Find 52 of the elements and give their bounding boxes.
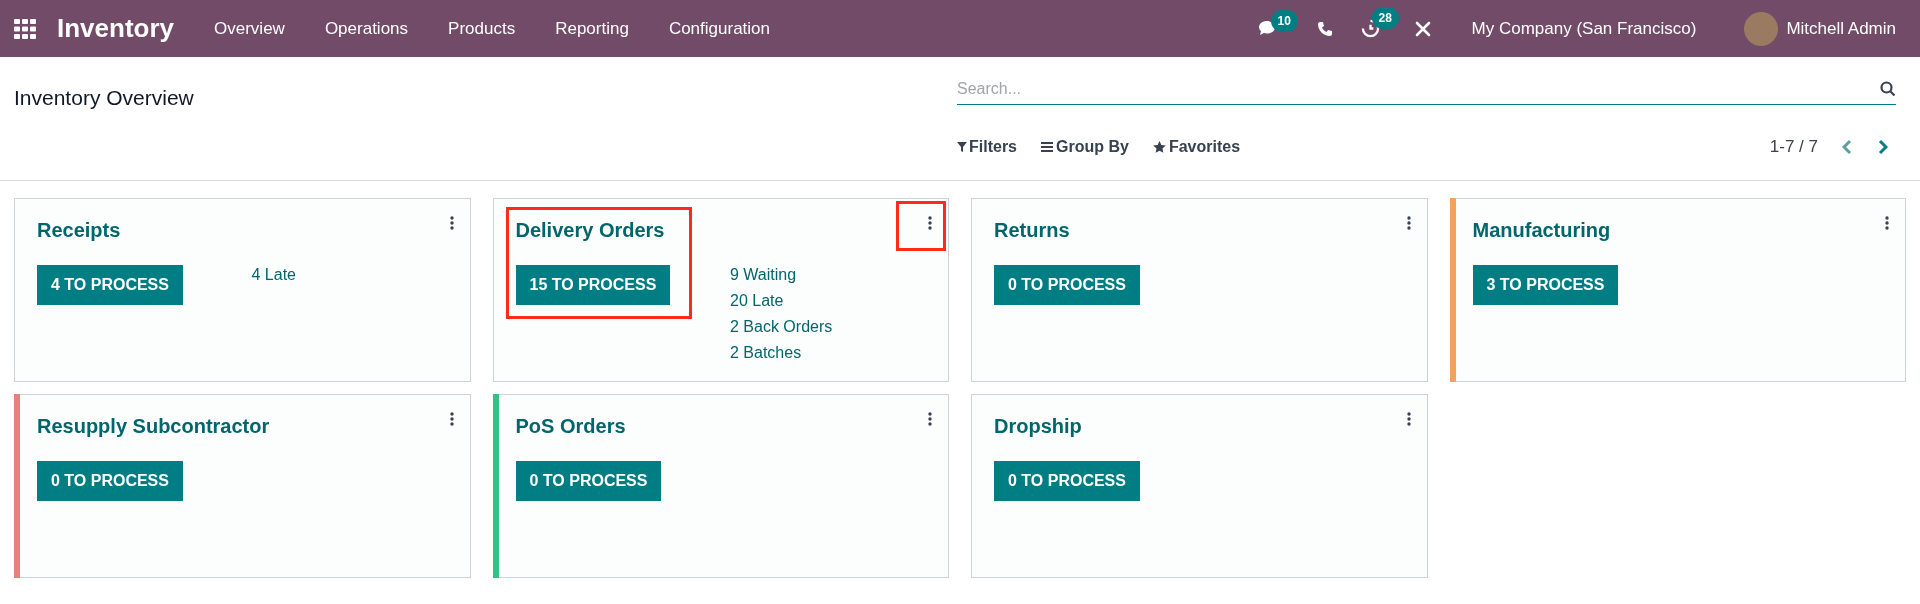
kebab-menu-icon[interactable] (449, 215, 454, 230)
search-icon[interactable] (1880, 81, 1896, 97)
page-title: Inventory Overview (14, 85, 195, 111)
card-title[interactable]: PoS Orders (515, 410, 626, 441)
clock-icon[interactable] (1360, 19, 1380, 38)
card-title[interactable]: Returns (994, 214, 1070, 245)
to-process-button[interactable]: 15 TO PROCESS (515, 264, 671, 305)
card-title[interactable]: Resupply Subcontractor (37, 410, 270, 441)
to-process-button[interactable]: 0 TO PROCESS (515, 460, 662, 501)
card-title[interactable]: Receipts (37, 214, 121, 245)
star-icon (1152, 140, 1166, 153)
to-process-button[interactable]: 0 TO PROCESS (37, 460, 183, 501)
nav-menu-item[interactable]: Reporting (535, 7, 649, 50)
apps-menu-icon[interactable] (14, 18, 36, 39)
card-title[interactable]: Dropship (994, 410, 1082, 441)
stat-link[interactable]: 9 Waiting (730, 263, 936, 285)
to-process-button[interactable]: 0 TO PROCESS (994, 264, 1140, 305)
card-title[interactable]: Manufacturing (1472, 214, 1611, 245)
stat-link[interactable]: 2 Back Orders (730, 315, 936, 337)
app-name[interactable]: Inventory (57, 9, 175, 48)
list-icon (1041, 141, 1053, 152)
kebab-menu-icon[interactable] (928, 411, 932, 426)
kebab-menu-icon[interactable] (1406, 215, 1411, 230)
kebab-menu-icon[interactable] (1885, 215, 1889, 230)
search-field[interactable]: Search... (957, 73, 1896, 105)
toolbar-dropdown[interactable]: Favorites (1152, 134, 1241, 159)
activity-count-badge: 28 (1371, 7, 1399, 29)
message-count-badge: 10 (1270, 10, 1298, 32)
nav-menu-item[interactable]: Operations (304, 7, 429, 50)
company-switcher[interactable]: My Company (San Francisco) (1471, 15, 1697, 42)
to-process-button[interactable]: 0 TO PROCESS (994, 460, 1140, 501)
nav-menu-item[interactable]: Configuration (648, 7, 790, 50)
previous-icon[interactable] (1842, 138, 1852, 155)
kebab-menu-icon[interactable] (1406, 411, 1411, 426)
next-icon[interactable] (1878, 138, 1888, 155)
stat-link[interactable]: 2 Batches (730, 341, 936, 363)
nav-menu-item[interactable]: Products (428, 7, 536, 50)
card-title[interactable]: Delivery Orders (515, 214, 665, 245)
kebab-menu-icon[interactable] (928, 215, 932, 230)
user-menu[interactable]: Mitchell Admin (1786, 15, 1896, 42)
phone-icon[interactable] (1316, 20, 1333, 37)
stat-link[interactable]: 4 Late (251, 263, 458, 285)
to-process-button[interactable]: 4 TO PROCESS (37, 264, 183, 305)
nav-menu-item[interactable]: Overview (194, 7, 305, 50)
to-process-button[interactable]: 3 TO PROCESS (1472, 264, 1619, 305)
toolbar-dropdown[interactable]: Group By (1041, 134, 1129, 159)
pager-value: 1-7 / 7 (1769, 135, 1818, 158)
toolbar-dropdown[interactable]: Filters (957, 134, 1017, 159)
stat-link[interactable]: 20 Late (730, 289, 936, 311)
highlight-frame (896, 200, 946, 251)
filter-icon (957, 141, 967, 152)
kebab-menu-icon[interactable] (449, 411, 454, 426)
